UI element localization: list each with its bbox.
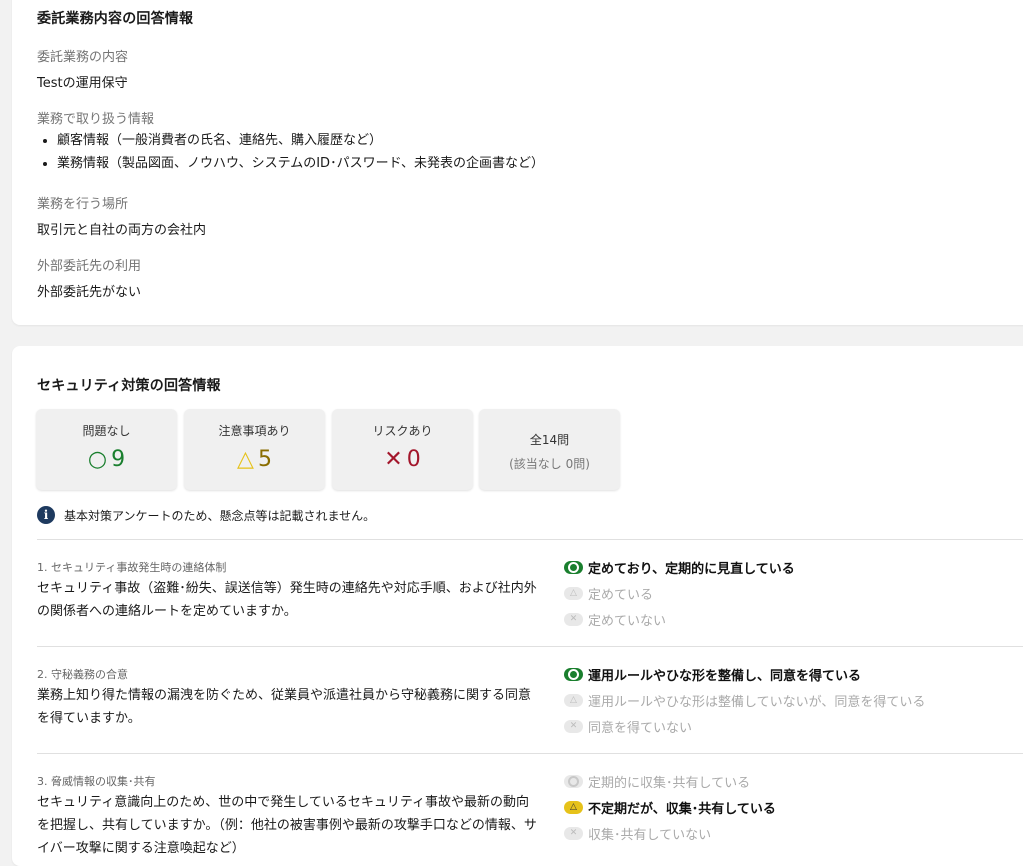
- stat-ok: 問題なし ○ 9: [36, 409, 177, 490]
- question-title: 1. セキュリティ事故発生時の連絡体制: [37, 561, 227, 574]
- triangle-icon: △: [564, 801, 583, 814]
- stat-caution: 注意事項あり △ 5: [184, 409, 325, 490]
- external-label: 外部委託先の利用: [37, 259, 142, 274]
- outsourcing-card: 委託業務内容の回答情報 委託業務の内容 Testの運用保守 業務で取り扱う情報 …: [12, 0, 1023, 325]
- info-label: 業務で取り扱う情報: [37, 112, 155, 127]
- answer-option-selected: 運用ルールやひな形を整備し、同意を得ている: [564, 665, 861, 684]
- cross-icon: ✕: [384, 447, 403, 472]
- divider: [37, 539, 1023, 540]
- stat-caution-label: 注意事項あり: [218, 424, 291, 438]
- stat-risk-label: リスクあり: [372, 424, 433, 438]
- answer-option: ✕ 定めていない: [564, 610, 666, 629]
- answer-option-selected: △ 不定期だが、収集･共有している: [564, 798, 776, 817]
- security-heading: セキュリティ対策の回答情報: [37, 378, 221, 394]
- answer-option: △ 定めている: [564, 584, 653, 603]
- work-label: 委託業務の内容: [37, 50, 129, 65]
- stat-total: 全14問 (該当なし 0問): [479, 409, 620, 490]
- info-item: 顧客情報（一般消費者の氏名、連絡先、購入履歴など）: [57, 129, 544, 152]
- answer-option: 定期的に収集･共有している: [564, 772, 750, 791]
- stat-ok-label: 問題なし: [82, 424, 131, 438]
- triangle-icon: △: [564, 694, 583, 707]
- question-text: セキュリティ意識向上のため、世の中で発生しているセキュリティ事故や最新の動向を把…: [37, 795, 537, 856]
- divider: [37, 646, 1023, 647]
- notice: i 基本対策アンケートのため、懸念点等は記載されません。: [37, 506, 375, 524]
- circle-icon: [564, 775, 583, 788]
- info-icon: i: [37, 506, 55, 524]
- triangle-icon: △: [237, 447, 254, 472]
- question-text: 業務上知り得た情報の漏洩を防ぐため、従業員や派遣社員から守秘義務に関する同意を得…: [37, 688, 532, 726]
- triangle-icon: △: [564, 587, 583, 600]
- cross-icon: ✕: [564, 720, 583, 733]
- question-title: 2. 守秘義務の合意: [37, 668, 128, 681]
- question-text: セキュリティ事故（盗難･紛失、誤送信等）発生時の連絡先や対応手順、および社内外の…: [37, 581, 537, 619]
- answer-option: ✕ 同意を得ていない: [564, 717, 692, 736]
- security-card: セキュリティ対策の回答情報 問題なし ○ 9 注意事項あり △ 5 リスクあり ✕ 0…: [12, 346, 1023, 866]
- circle-icon: [564, 561, 583, 574]
- notice-text: 基本対策アンケートのため、懸念点等は記載されません。: [64, 508, 376, 523]
- stat-risk: リスクあり ✕ 0: [332, 409, 473, 490]
- info-item: 業務情報（製品図面、ノウハウ、システムのID･パスワード、未発表の企画書など）: [57, 152, 544, 175]
- stat-ok-count: 9: [111, 447, 126, 472]
- work-value: Testの運用保守: [37, 76, 128, 91]
- circle-icon: ○: [87, 447, 108, 472]
- place-label: 業務を行う場所: [37, 197, 129, 212]
- question-title: 3. 脅威情報の収集･共有: [37, 775, 156, 788]
- stat-risk-count: 0: [406, 447, 421, 472]
- stat-total-label: 全14問: [529, 433, 570, 447]
- info-list: 顧客情報（一般消費者の氏名、連絡先、購入履歴など） 業務情報（製品図面、ノウハウ…: [37, 129, 544, 175]
- circle-icon: [564, 668, 583, 681]
- cross-icon: ✕: [564, 613, 583, 626]
- external-value: 外部委託先がない: [37, 285, 142, 300]
- stat-caution-count: 5: [257, 447, 272, 472]
- answer-option-selected: 定めており、定期的に見直している: [564, 558, 795, 577]
- place-value: 取引元と自社の両方の会社内: [37, 223, 207, 238]
- outsourcing-heading: 委託業務内容の回答情報: [37, 11, 194, 27]
- cross-icon: ✕: [564, 827, 583, 840]
- answer-option: ✕ 収集･共有していない: [564, 824, 711, 843]
- stat-total-sub: (該当なし 0問): [509, 457, 590, 471]
- answer-option: △ 運用ルールやひな形は整備していないが、同意を得ている: [564, 691, 925, 710]
- divider: [37, 753, 1023, 754]
